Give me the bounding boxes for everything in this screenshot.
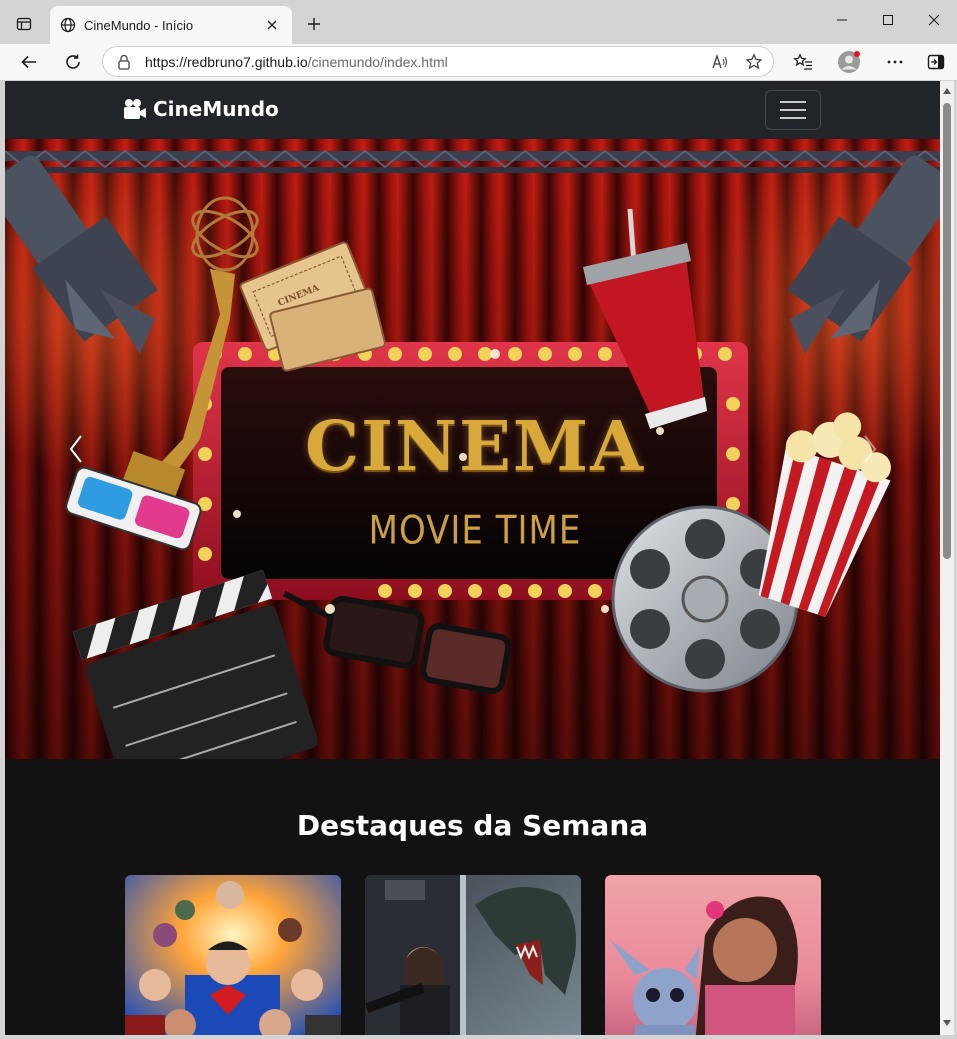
page-viewport: CineMundo CINEMA CINEMA MOVIE TIME Desta…	[5, 81, 940, 1035]
superhero-poster-icon	[125, 875, 341, 1035]
movie-card[interactable]	[365, 875, 581, 1035]
plus-icon	[308, 18, 320, 30]
url-text[interactable]: https://redbruno7.github.io/cinemundo/in…	[145, 54, 705, 70]
refresh-icon	[66, 54, 80, 69]
profile-button[interactable]	[834, 47, 864, 77]
new-tab-button[interactable]	[300, 10, 328, 38]
movie-card[interactable]	[125, 875, 341, 1035]
navbar-toggler-button[interactable]	[765, 90, 821, 130]
globe-icon	[60, 17, 76, 33]
read-aloud-icon	[712, 53, 728, 68]
url-path: /cinemundo/index.html	[307, 53, 448, 70]
close-window-button[interactable]	[911, 0, 957, 40]
scroll-up-button[interactable]	[943, 87, 951, 95]
page-scrollbar[interactable]	[940, 81, 954, 1035]
hamburger-icon-bar	[780, 101, 806, 103]
favorites-button[interactable]	[788, 47, 818, 77]
maximize-button[interactable]	[865, 0, 911, 40]
address-bar[interactable]: https://redbruno7.github.io/cinemundo/in…	[102, 46, 774, 77]
chevron-left-icon	[69, 435, 82, 463]
scroll-up-icon	[943, 88, 951, 94]
site-navbar: CineMundo	[5, 81, 940, 139]
movie-card[interactable]	[605, 875, 821, 1035]
tab-actions-button[interactable]	[10, 10, 38, 38]
tab-actions-icon	[16, 17, 32, 31]
url-host: https://redbruno7.github.io	[145, 53, 308, 70]
alien-girl-poster-icon	[605, 875, 821, 1035]
tab-strip: CineMundo - Início	[0, 0, 957, 44]
brand-name: CineMundo	[153, 97, 279, 121]
brand-link[interactable]: CineMundo	[123, 97, 279, 121]
browser-tab[interactable]: CineMundo - Início	[50, 6, 292, 44]
maximize-icon	[883, 15, 893, 25]
tab-close-button[interactable]	[262, 15, 282, 35]
tab-title: CineMundo - Início	[84, 17, 194, 33]
hero-carousel: CINEMA CINEMA MOVIE TIME	[5, 139, 940, 759]
close-window-icon	[928, 14, 940, 26]
back-arrow-icon	[21, 55, 36, 69]
scroll-down-button[interactable]	[943, 1019, 951, 1027]
highlights-heading: Destaques da Semana	[296, 809, 649, 842]
minimize-button[interactable]	[819, 0, 865, 40]
refresh-button[interactable]	[58, 47, 88, 77]
hamburger-icon-bar	[780, 117, 806, 119]
favorite-button[interactable]	[739, 47, 769, 77]
more-icon	[887, 60, 903, 64]
back-button[interactable]	[14, 47, 44, 77]
avatar-icon	[838, 51, 860, 73]
chevron-right-icon	[864, 435, 877, 463]
sidebar-icon	[927, 54, 945, 70]
settings-more-button[interactable]	[880, 47, 910, 77]
close-icon	[267, 20, 277, 30]
lock-icon[interactable]	[117, 54, 131, 70]
star-icon	[745, 52, 763, 69]
sidebar-toggle-button[interactable]	[921, 47, 951, 77]
carousel-prev-button[interactable]	[61, 429, 91, 469]
dinosaur-poster-icon	[365, 875, 581, 1035]
hamburger-icon-bar	[780, 109, 806, 111]
read-aloud-button[interactable]	[705, 47, 735, 77]
window-controls	[819, 0, 957, 40]
favorites-list-icon	[793, 53, 812, 70]
hero-title: CINEMA	[305, 407, 645, 487]
hero-subtitle: MOVIE TIME	[368, 508, 582, 554]
carousel-next-button[interactable]	[855, 429, 885, 469]
browser-toolbar: https://redbruno7.github.io/cinemundo/in…	[0, 44, 957, 80]
minimize-icon	[837, 19, 847, 21]
scroll-down-icon	[943, 1020, 951, 1026]
video-camera-icon	[124, 99, 146, 119]
scrollbar-thumb[interactable]	[943, 103, 951, 559]
